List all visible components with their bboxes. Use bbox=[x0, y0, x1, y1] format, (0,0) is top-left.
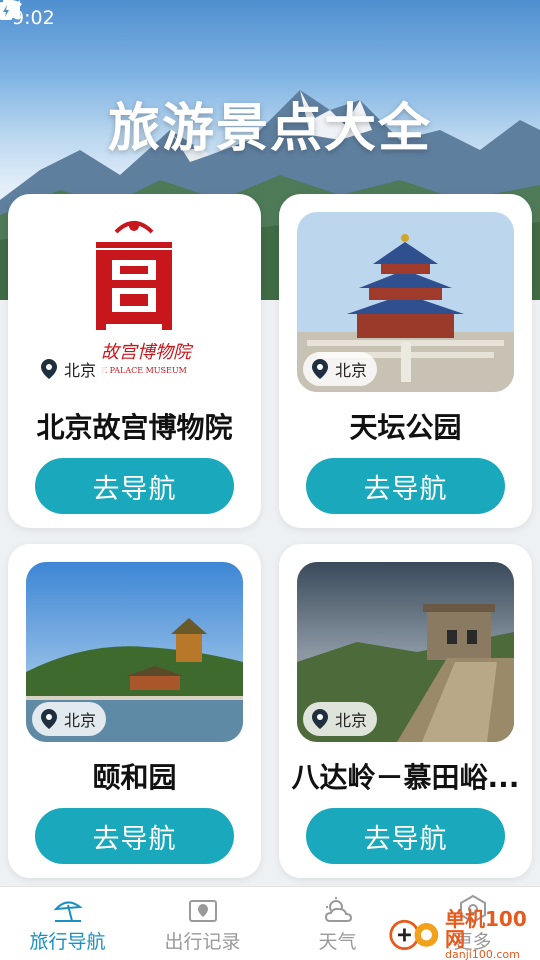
status-bar: 9:02 bbox=[0, 0, 540, 36]
location-label: 北京 bbox=[335, 711, 368, 730]
location-label: 北京 bbox=[64, 361, 97, 380]
weather-icon bbox=[324, 897, 352, 922]
attraction-image: 北京 bbox=[26, 562, 243, 742]
location-badge: 北京 bbox=[32, 702, 107, 736]
tab-trip-records[interactable]: 出行记录 bbox=[135, 887, 270, 960]
map-pin-icon bbox=[188, 900, 217, 922]
svg-text:故宫博物院: 故宫博物院 bbox=[101, 342, 194, 363]
location-pin-icon bbox=[312, 359, 328, 379]
attraction-name: 北京故宫博物院 bbox=[36, 411, 233, 444]
navigate-button[interactable]: 去导航 bbox=[306, 458, 505, 514]
site-watermark: 单机100网 danji100.com bbox=[388, 906, 538, 960]
navigate-button[interactable]: 去导航 bbox=[35, 458, 234, 514]
watermark-url: danji100.com bbox=[445, 947, 520, 960]
attraction-image: 北京 bbox=[297, 212, 514, 392]
attraction-grid: 故宫博物院 E PALACE MUSEUM 北京 北京故宫博物院 去导航 北京 … bbox=[8, 194, 532, 878]
page-title: 旅游景点大全 bbox=[107, 99, 432, 159]
attraction-image: 故宫博物院 E PALACE MUSEUM 北京 bbox=[26, 212, 243, 392]
location-badge: 北京 bbox=[303, 352, 378, 386]
location-pin-icon bbox=[41, 359, 57, 379]
watermark-logo-icon bbox=[389, 919, 439, 950]
location-badge: 北京 bbox=[303, 702, 378, 736]
location-pin-icon bbox=[41, 709, 57, 729]
watermark-title: 单机100网 bbox=[445, 906, 527, 951]
attraction-name: 八达岭－慕田峪... bbox=[291, 761, 520, 794]
location-label: 北京 bbox=[335, 361, 368, 380]
attraction-card[interactable]: 故宫博物院 E PALACE MUSEUM 北京 北京故宫博物院 去导航 bbox=[8, 194, 261, 528]
attraction-card[interactable]: 北京 颐和园 去导航 bbox=[8, 544, 261, 878]
attraction-name: 天坛公园 bbox=[349, 411, 462, 444]
attraction-card[interactable]: 北京 八达岭－慕田峪... 去导航 bbox=[279, 544, 532, 878]
tab-weather[interactable]: 天气 bbox=[270, 887, 405, 960]
tab-label: 天气 bbox=[318, 931, 357, 953]
tab-travel-navigation[interactable]: 旅行导航 bbox=[0, 887, 135, 960]
attraction-name: 颐和园 bbox=[92, 761, 177, 794]
svg-text:E PALACE MUSEUM: E PALACE MUSEUM bbox=[101, 366, 187, 375]
attraction-card[interactable]: 北京 天坛公园 去导航 bbox=[279, 194, 532, 528]
location-pin-icon bbox=[312, 709, 328, 729]
location-label: 北京 bbox=[64, 711, 97, 730]
tab-label: 旅行导航 bbox=[29, 931, 106, 953]
navigate-button[interactable]: 去导航 bbox=[306, 808, 505, 864]
navigate-button[interactable]: 去导航 bbox=[35, 808, 234, 864]
location-badge: 北京 bbox=[32, 352, 107, 386]
battery-icon bbox=[0, 0, 12, 20]
beach-umbrella-icon bbox=[53, 901, 83, 922]
attraction-image: 北京 bbox=[297, 562, 514, 742]
tab-label: 出行记录 bbox=[164, 931, 241, 953]
